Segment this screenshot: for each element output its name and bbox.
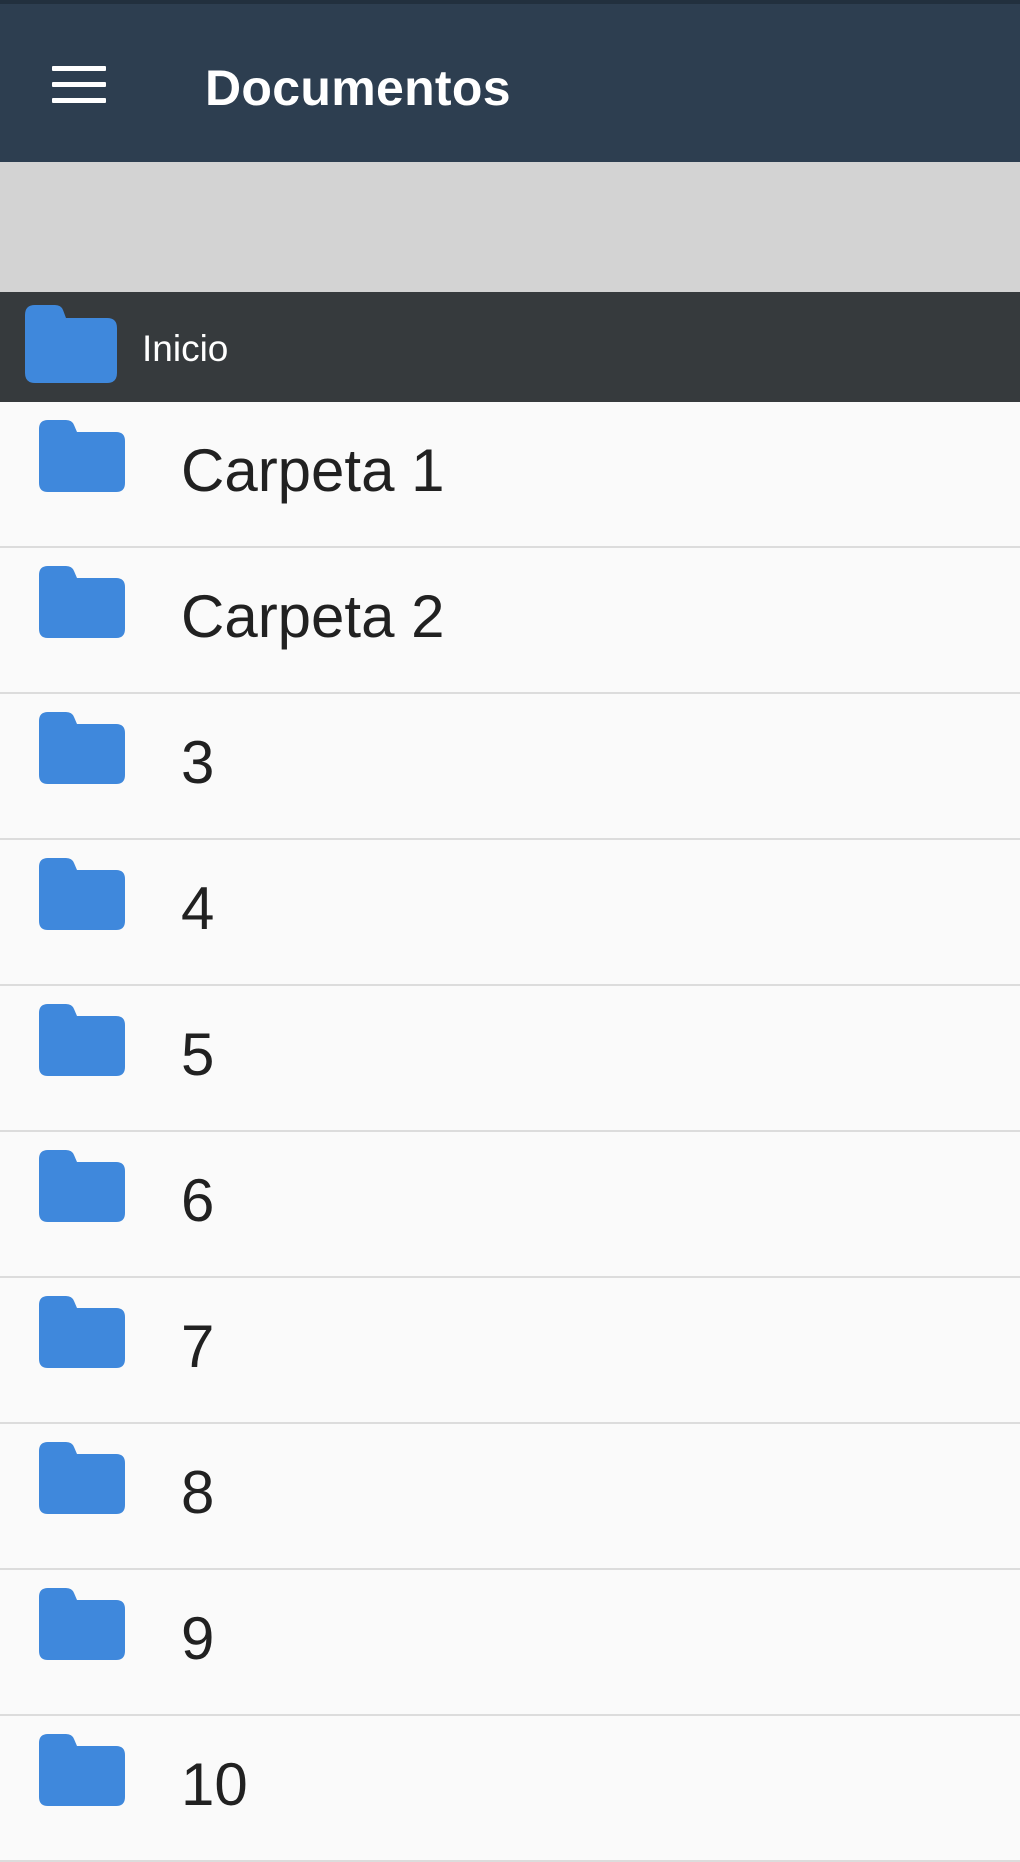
folder-row[interactable]: 4 [0, 840, 1020, 986]
folder-label: 8 [181, 1459, 215, 1526]
breadcrumb-home[interactable]: Inicio [0, 292, 1020, 402]
hamburger-menu-icon [52, 66, 106, 71]
folder-row[interactable]: 5 [0, 986, 1020, 1132]
folder-icon [39, 1442, 125, 1519]
folder-icon [39, 1588, 125, 1665]
folder-label: 6 [181, 1167, 215, 1234]
folder-label: 9 [181, 1605, 215, 1672]
folder-row[interactable]: 7 [0, 1278, 1020, 1424]
hamburger-menu-icon-bar [52, 98, 106, 103]
folder-label: 5 [181, 1021, 215, 1088]
folder-icon [39, 420, 125, 497]
folder-list: Carpeta 1 Carpeta 2 3 4 5 6 7 8 9 10 [0, 402, 1020, 1862]
folder-row[interactable]: 3 [0, 694, 1020, 840]
folder-label: 7 [181, 1313, 215, 1380]
folder-label: Carpeta 1 [181, 437, 445, 504]
folder-row[interactable]: 6 [0, 1132, 1020, 1278]
folder-icon [39, 1004, 125, 1081]
folder-label: 4 [181, 875, 215, 942]
folder-row[interactable]: Carpeta 2 [0, 548, 1020, 694]
folder-label: 3 [181, 729, 215, 796]
folder-row[interactable]: Carpeta 1 [0, 402, 1020, 548]
folder-label: Carpeta 2 [181, 583, 445, 650]
toolbar-area [0, 162, 1020, 292]
folder-row[interactable]: 8 [0, 1424, 1020, 1570]
folder-row[interactable]: 10 [0, 1716, 1020, 1862]
page-title: Documentos [205, 60, 511, 116]
folder-row[interactable]: 9 [0, 1570, 1020, 1716]
folder-icon [39, 712, 125, 789]
folder-icon [39, 566, 125, 643]
breadcrumb-label: Inicio [142, 328, 229, 369]
folder-icon [39, 1734, 125, 1811]
folder-icon [25, 305, 117, 388]
app-bar: Documentos [0, 0, 1020, 162]
folder-icon [39, 1296, 125, 1373]
menu-button[interactable] [38, 44, 120, 126]
folder-icon [39, 1150, 125, 1227]
folder-label: 10 [181, 1751, 248, 1818]
folder-icon [39, 858, 125, 935]
hamburger-menu-icon-bar [52, 82, 106, 87]
